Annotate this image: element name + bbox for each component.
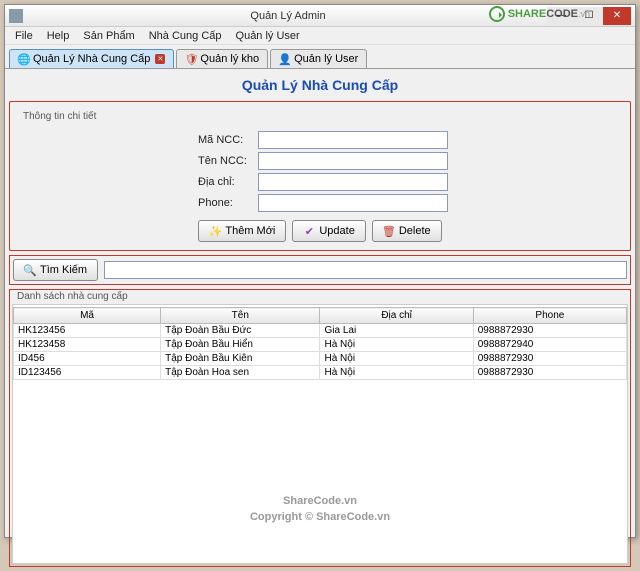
menu-sanpham[interactable]: Sản Phẩm <box>77 28 140 44</box>
shield-icon: 🛡 <box>185 53 197 65</box>
btn-label: Update <box>319 225 354 237</box>
table-row[interactable]: ID123456Tập Đoàn Hoa senHà Nội0988872930 <box>14 366 627 380</box>
search-button[interactable]: 🔍 Tìm Kiếm <box>13 259 98 281</box>
tab-label: Quản Lý Nhà Cung Cấp <box>33 53 150 65</box>
cell-diachi: Hà Nội <box>320 366 473 380</box>
tab-bar: 🌐 Quản Lý Nhà Cung Cấp ✕ 🛡 Quản lý kho 👤… <box>5 45 635 69</box>
table-header-row: Mã Tên Địa chỉ Phone <box>14 308 627 324</box>
add-icon: ✨ <box>209 225 221 237</box>
list-fieldset: Danh sách nhà cung cấp Mã Tên Địa chỉ Ph… <box>9 289 631 567</box>
cell-phone: 0988872930 <box>473 324 626 338</box>
tab-close-icon[interactable]: ✕ <box>155 54 165 64</box>
page-title: Quản Lý Nhà Cung Cấp <box>9 73 631 101</box>
delete-button[interactable]: 🗑 Delete <box>372 220 442 242</box>
cell-diachi: Hà Nội <box>320 352 473 366</box>
cell-ten: Tập Đoàn Hoa sen <box>161 366 320 380</box>
cell-phone: 0988872940 <box>473 338 626 352</box>
window-title: Quản Lý Admin <box>29 10 547 22</box>
app-window: Quản Lý Admin — ☐ ✕ File Help Sản Phẩm N… <box>4 4 636 538</box>
input-phone[interactable] <box>258 194 448 212</box>
minimize-button[interactable]: — <box>547 7 575 25</box>
btn-label: Delete <box>399 225 431 237</box>
cell-ma: HK123456 <box>14 324 161 338</box>
fieldset-legend: Danh sách nhà cung cấp <box>14 291 131 302</box>
cell-ma: ID123456 <box>14 366 161 380</box>
close-button[interactable]: ✕ <box>603 7 631 25</box>
btn-label: Thêm Mới <box>225 225 275 237</box>
search-input[interactable] <box>104 261 627 279</box>
search-icon: 🔍 <box>24 264 36 276</box>
tab-user[interactable]: 👤 Quản lý User <box>270 49 367 68</box>
label-ma: Mã NCC: <box>198 134 258 146</box>
menu-ncc[interactable]: Nhà Cung Cấp <box>143 28 228 44</box>
user-icon: 👤 <box>279 53 291 65</box>
tab-ncc[interactable]: 🌐 Quản Lý Nhà Cung Cấp ✕ <box>9 49 174 68</box>
data-table: Mã Tên Địa chỉ Phone HK123456Tập Đoàn Bầ… <box>13 307 627 380</box>
maximize-button[interactable]: ☐ <box>575 7 603 25</box>
cell-ma: HK123458 <box>14 338 161 352</box>
menubar: File Help Sản Phẩm Nhà Cung Cấp Quản lý … <box>5 27 635 45</box>
col-ma[interactable]: Mã <box>14 308 161 324</box>
label-phone: Phone: <box>198 197 258 209</box>
tab-label: Quản lý User <box>294 53 358 65</box>
input-ten[interactable] <box>258 152 448 170</box>
menu-help[interactable]: Help <box>41 28 76 44</box>
table-scroll[interactable]: Mã Tên Địa chỉ Phone HK123456Tập Đoàn Bầ… <box>12 304 628 564</box>
detail-fieldset: Thông tin chi tiết Mã NCC: Tên NCC: Địa … <box>9 101 631 251</box>
cell-phone: 0988872930 <box>473 366 626 380</box>
content-area: Quản Lý Nhà Cung Cấp Thông tin chi tiết … <box>5 69 635 571</box>
col-ten[interactable]: Tên <box>161 308 320 324</box>
table-row[interactable]: HK123456Tập Đoàn Bầu ĐứcGia Lai098887293… <box>14 324 627 338</box>
update-icon: ✔ <box>303 225 315 237</box>
btn-label: Tìm Kiếm <box>40 264 87 276</box>
search-row: 🔍 Tìm Kiếm <box>9 255 631 285</box>
tab-kho[interactable]: 🛡 Quản lý kho <box>176 49 268 68</box>
menu-file[interactable]: File <box>9 28 39 44</box>
titlebar: Quản Lý Admin — ☐ ✕ <box>5 5 635 27</box>
label-ten: Tên NCC: <box>198 155 258 167</box>
tab-label: Quản lý kho <box>200 53 259 65</box>
input-ma[interactable] <box>258 131 448 149</box>
cell-diachi: Gia Lai <box>320 324 473 338</box>
col-diachi[interactable]: Địa chỉ <box>320 308 473 324</box>
button-row: ✨ Thêm Mới ✔ Update 🗑 Delete <box>18 220 622 242</box>
add-button[interactable]: ✨ Thêm Mới <box>198 220 286 242</box>
cell-ten: Tập Đoàn Bầu Hiển <box>161 338 320 352</box>
cell-diachi: Hà Nội <box>320 338 473 352</box>
label-diachi: Địa chỉ: <box>198 176 258 188</box>
cell-phone: 0988872930 <box>473 352 626 366</box>
fieldset-legend: Thông tin chi tiết <box>20 111 99 122</box>
delete-icon: 🗑 <box>383 225 395 237</box>
table-row[interactable]: HK123458Tập Đoàn Bầu HiểnHà Nội098887294… <box>14 338 627 352</box>
input-diachi[interactable] <box>258 173 448 191</box>
app-icon <box>9 9 23 23</box>
col-phone[interactable]: Phone <box>473 308 626 324</box>
cell-ten: Tập Đoàn Bầu Đức <box>161 324 320 338</box>
cell-ten: Tập Đoàn Bầu Kiên <box>161 352 320 366</box>
globe-icon: 🌐 <box>18 53 30 65</box>
table-row[interactable]: ID456Tập Đoàn Bầu KiênHà Nội0988872930 <box>14 352 627 366</box>
update-button[interactable]: ✔ Update <box>292 220 365 242</box>
menu-user[interactable]: Quản lý User <box>230 28 306 44</box>
cell-ma: ID456 <box>14 352 161 366</box>
